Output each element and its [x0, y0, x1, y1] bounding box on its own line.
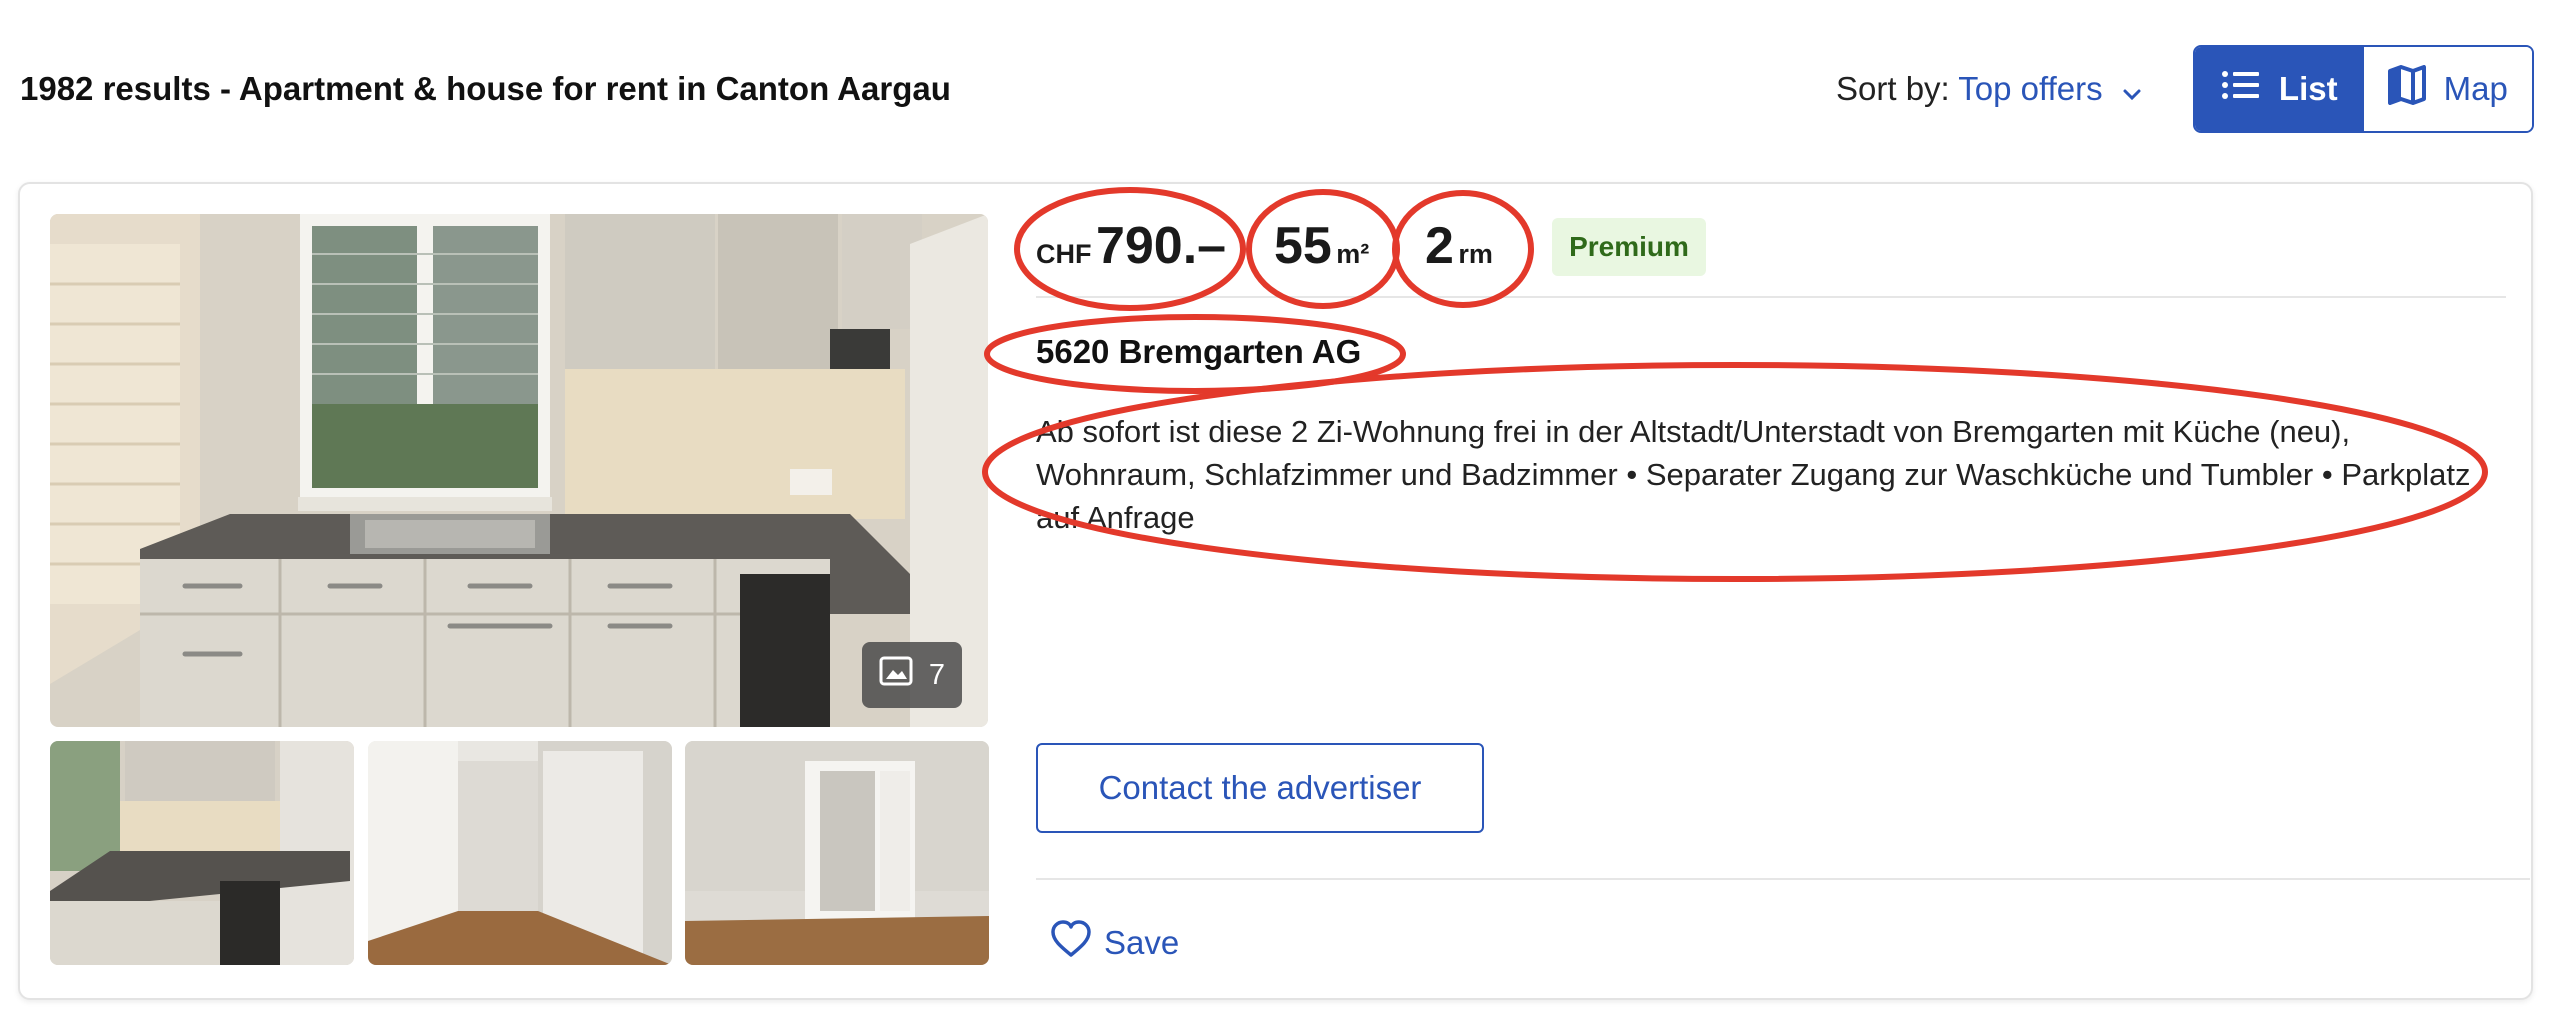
photo-count-badge[interactable]: 7	[862, 642, 962, 708]
rooms-unit: rm	[1458, 239, 1493, 269]
save-label: Save	[1104, 924, 1180, 961]
map-icon	[2387, 65, 2426, 113]
price: CHF 790.–	[1036, 216, 1226, 276]
premium-badge: Premium	[1552, 218, 1706, 276]
area-unit: m²	[1336, 239, 1370, 269]
list-view-button[interactable]: List	[2195, 47, 2364, 131]
sort-value[interactable]: Top offers	[1958, 70, 2102, 107]
area-value: 55	[1274, 217, 1332, 275]
map-view-label: Map	[2443, 70, 2508, 107]
main-photo[interactable]	[50, 214, 988, 727]
contact-advertiser-button[interactable]: Contact the advertiser	[1036, 743, 1484, 833]
divider	[1036, 296, 2506, 298]
image-icon	[879, 656, 913, 694]
chevron-down-icon[interactable]	[2122, 72, 2142, 110]
sort-control[interactable]: Sort by: Top offers	[1836, 70, 2142, 110]
view-toggle: List Map	[2193, 45, 2534, 133]
sort-label: Sort by:	[1836, 70, 1950, 107]
rooms: 2 rm	[1425, 216, 1493, 276]
thumbnail-photo[interactable]	[50, 741, 354, 965]
price-amount: 790.–	[1095, 217, 1227, 275]
rooms-value: 2	[1425, 217, 1454, 275]
listing-description: Ab sofort ist diese 2 Zi-Wohnung frei in…	[1036, 414, 2471, 535]
save-button[interactable]: Save	[1050, 920, 1179, 966]
results-title: 1982 results - Apartment & house for ren…	[20, 70, 951, 107]
photo-count: 7	[928, 658, 946, 691]
heart-icon	[1050, 920, 1092, 966]
thumbnail-photo[interactable]	[685, 741, 989, 965]
divider	[1036, 878, 2530, 880]
map-view-button[interactable]: Map	[2363, 47, 2532, 131]
listing-address: 5620 Bremgarten AG	[1036, 333, 1362, 370]
list-view-label: List	[2278, 70, 2338, 107]
living-area: 55 m²	[1274, 216, 1369, 276]
thumbnail-photo[interactable]	[368, 741, 672, 965]
price-currency: CHF	[1036, 239, 1092, 269]
list-icon	[2221, 70, 2261, 108]
